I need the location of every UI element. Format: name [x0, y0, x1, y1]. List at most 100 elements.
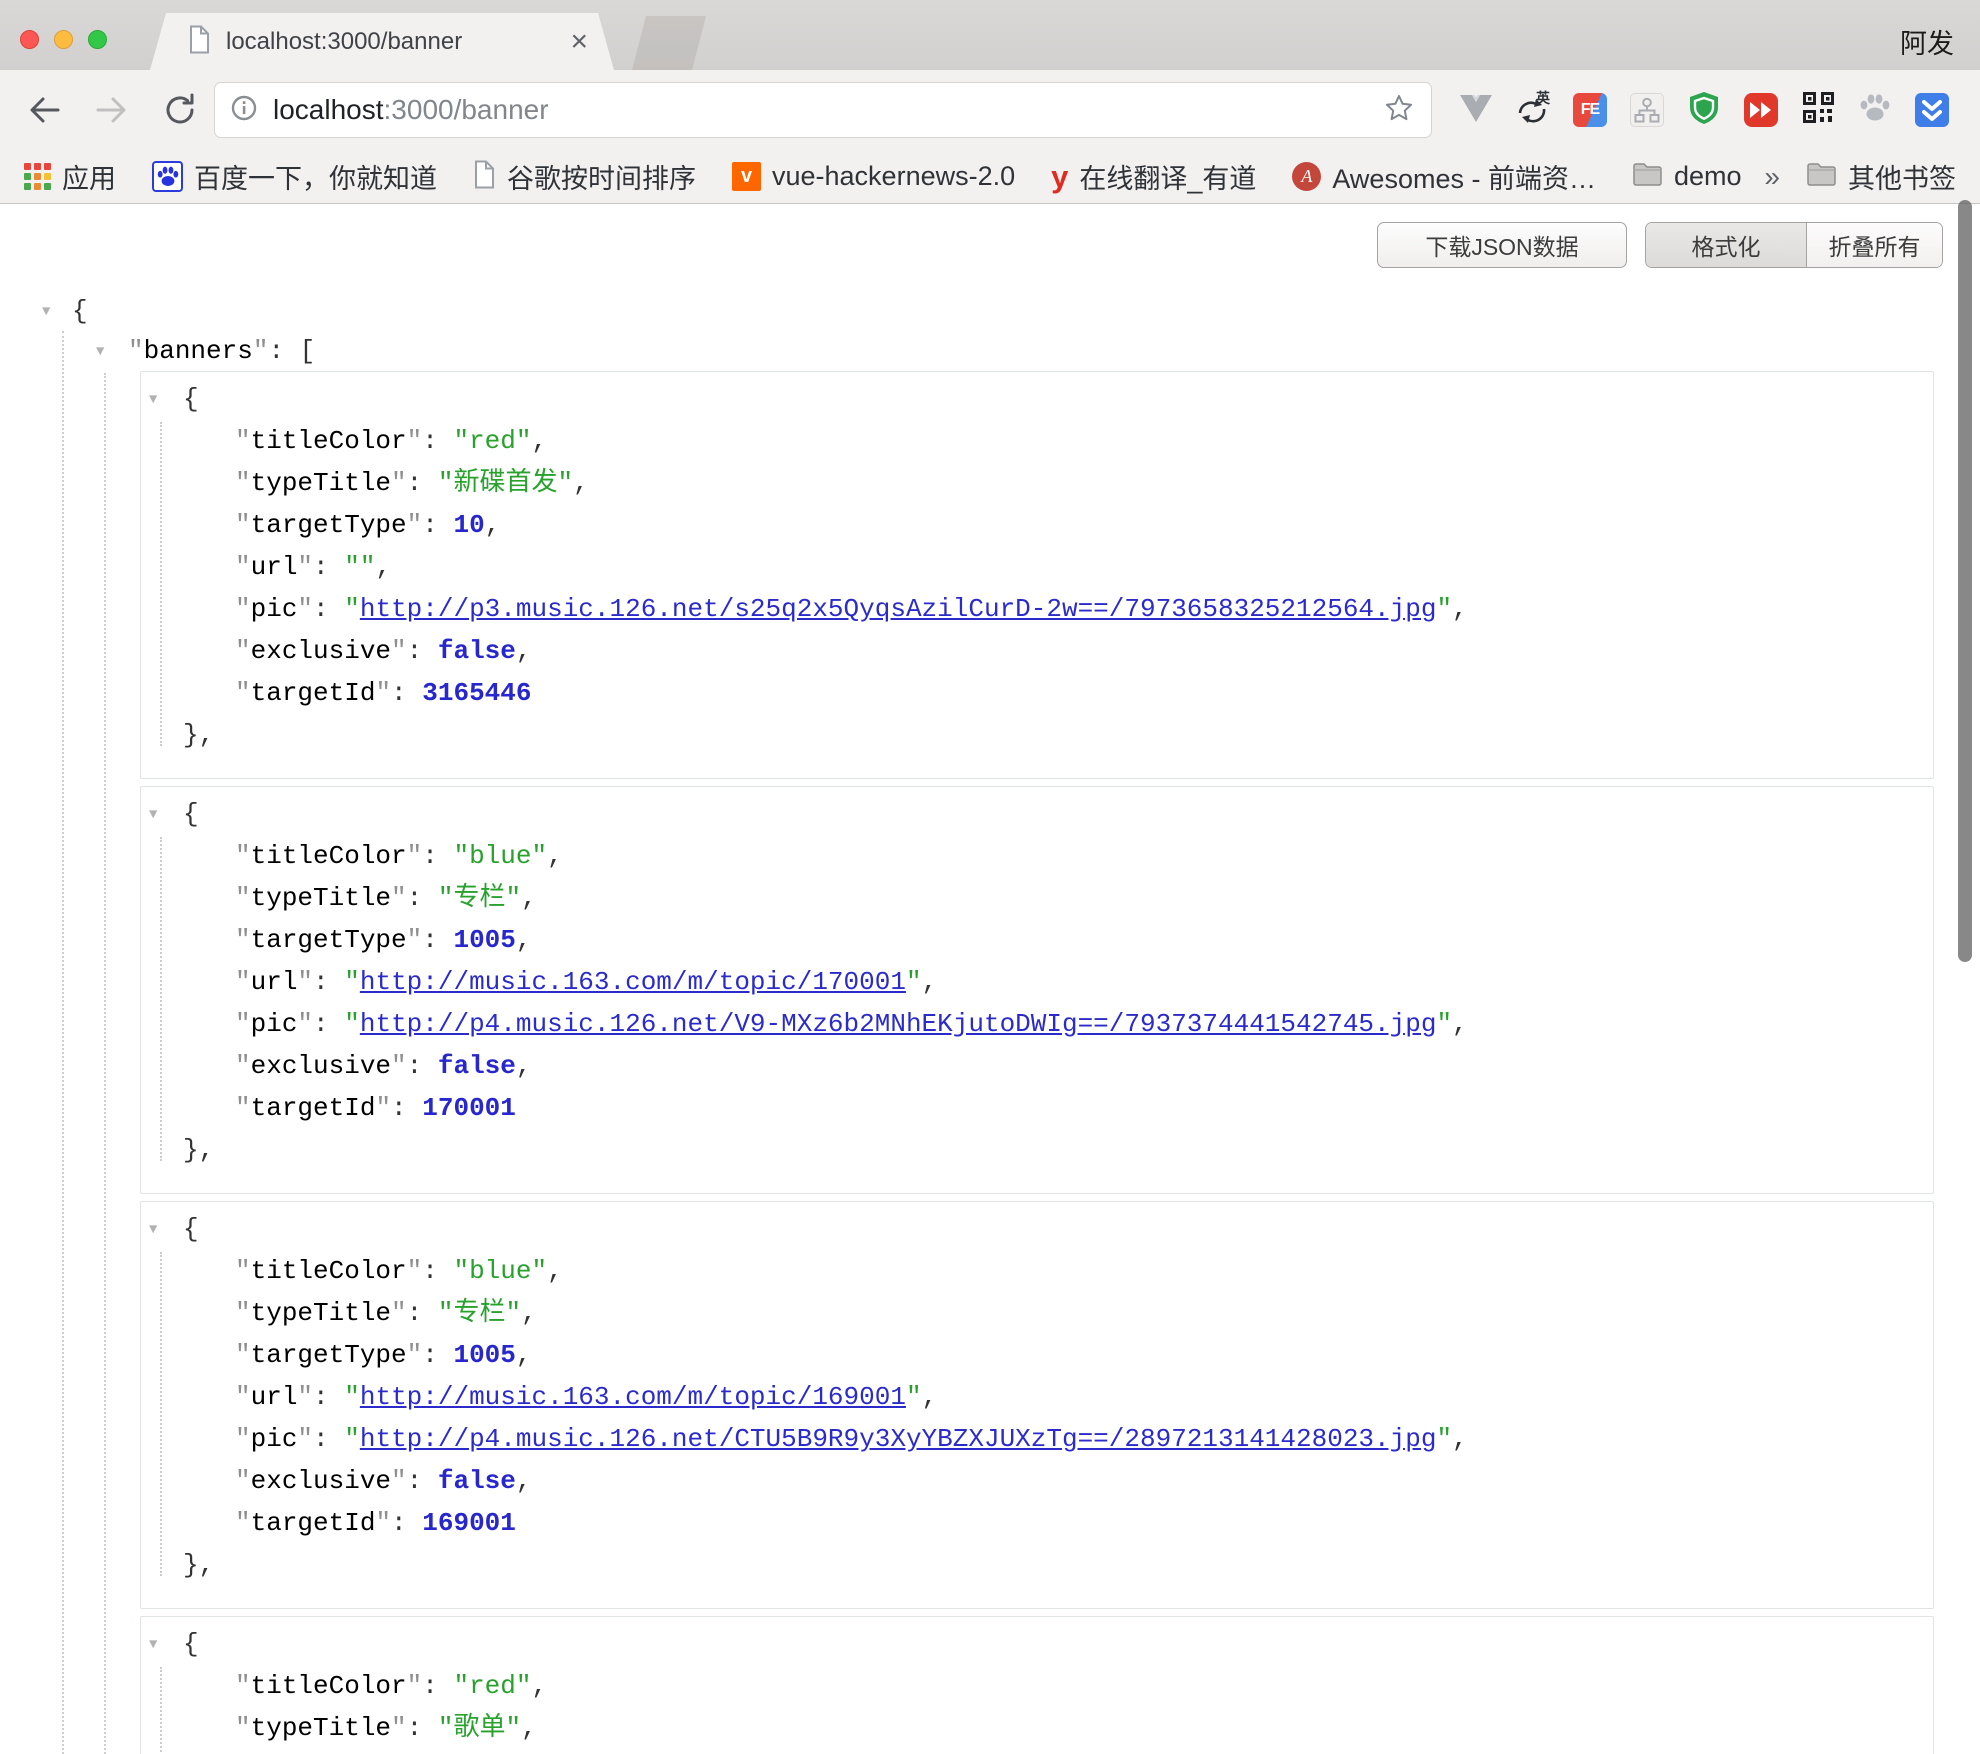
- json-entry-url: "url": "http://music.163.com/m/topic/170…: [141, 961, 1933, 1003]
- json-entry-pic: "pic": "http://p3.music.126.net/s25q2x5Q…: [141, 588, 1933, 630]
- json-entry-typeTitle: "typeTitle": "新碟首发",: [141, 462, 1933, 504]
- json-viewer: ▼{▼"banners": [▼{"titleColor": "red","ty…: [0, 291, 1980, 1754]
- json-entry-targetType: "targetType": 1000,: [141, 1749, 1933, 1754]
- apps-grid-icon: [24, 163, 51, 190]
- json-link[interactable]: http://music.163.com/m/topic/169001: [360, 1382, 906, 1412]
- paw-icon: [1858, 92, 1892, 129]
- json-object-open: ▼{: [141, 1208, 1933, 1250]
- back-button[interactable]: [22, 88, 66, 132]
- collapse-all-button[interactable]: 折叠所有: [1806, 223, 1942, 267]
- info-icon[interactable]: [229, 93, 259, 128]
- json-entry-titleColor: "titleColor": "red",: [141, 1665, 1933, 1707]
- json-entry-exclusive: "exclusive": false,: [141, 1045, 1933, 1087]
- bookmark-label: Awesomes - 前端资…: [1332, 157, 1596, 196]
- qrcode-icon: [1802, 91, 1835, 129]
- json-link[interactable]: http://p4.music.126.net/V9-MXz6b2MNhEKju…: [360, 1009, 1437, 1039]
- json-link[interactable]: http://p4.music.126.net/CTU5B9R9y3XyYBZX…: [360, 1424, 1437, 1454]
- bookmark-item[interactable]: demo: [1632, 161, 1742, 192]
- tab-title: localhost:3000/banner: [226, 28, 555, 56]
- bookmark-label: demo: [1674, 161, 1742, 192]
- json-object-close: },: [141, 1129, 1933, 1171]
- other-bookmarks-label: 其他书签: [1848, 157, 1956, 196]
- collapse-triangle-icon[interactable]: ▼: [96, 332, 104, 372]
- json-entry-targetType: "targetType": 1005,: [141, 1334, 1933, 1376]
- qrcode-extension-button[interactable]: [1800, 92, 1836, 128]
- browser-menu-icon[interactable]: ⋮: [1971, 92, 1980, 128]
- json-entry-targetType: "targetType": 10,: [141, 504, 1933, 546]
- collapse-triangle-icon[interactable]: ▼: [149, 1624, 157, 1666]
- bookmark-star-icon[interactable]: [1383, 92, 1415, 129]
- json-entry-typeTitle: "typeTitle": "歌单",: [141, 1707, 1933, 1749]
- translate-extension-button[interactable]: 英: [1515, 92, 1551, 128]
- bookmark-item[interactable]: 谷歌按时间排序: [473, 157, 696, 196]
- bookmarks-overflow-chevron-icon[interactable]: »: [1764, 161, 1780, 193]
- close-window-button[interactable]: [20, 30, 39, 49]
- reload-button[interactable]: [158, 88, 202, 132]
- bookmark-label: 谷歌按时间排序: [507, 157, 696, 196]
- json-entry-pic: "pic": "http://p4.music.126.net/V9-MXz6b…: [141, 1003, 1933, 1045]
- shield-extension-button[interactable]: [1686, 92, 1722, 128]
- json-entry-titleColor: "titleColor": "blue",: [141, 835, 1933, 877]
- page-icon: [473, 160, 496, 194]
- fastforward-extension-button[interactable]: [1743, 92, 1779, 128]
- url-path: :3000/banner: [384, 94, 549, 125]
- tree-guide-line: [104, 373, 106, 1754]
- forward-button[interactable]: [90, 88, 134, 132]
- collapse-triangle-icon[interactable]: ▼: [149, 379, 157, 421]
- json-array-item-box: ▼{"titleColor": "blue","typeTitle": "专栏"…: [140, 786, 1934, 1194]
- json-link[interactable]: http://music.163.com/m/topic/170001: [360, 967, 906, 997]
- translate-icon: 英: [1514, 89, 1552, 132]
- folder-icon: [1806, 162, 1837, 191]
- url-text: localhost:3000/banner: [273, 94, 1383, 126]
- json-array-item-box: ▼{"titleColor": "red","typeTitle": "新碟首发…: [140, 371, 1934, 779]
- json-entry-targetType: "targetType": 1005,: [141, 919, 1933, 961]
- paw-extension-button[interactable]: [1857, 92, 1893, 128]
- bookmark-item[interactable]: 百度一下，你就知道: [152, 157, 437, 196]
- bookmark-label: 应用: [62, 157, 116, 196]
- tab-close-icon[interactable]: ×: [570, 27, 588, 57]
- format-button[interactable]: 格式化: [1646, 223, 1806, 267]
- json-object-open: ▼{: [141, 1623, 1933, 1665]
- address-bar[interactable]: localhost:3000/banner: [214, 82, 1432, 138]
- bookmark-item[interactable]: y在线翻译_有道: [1051, 157, 1256, 196]
- json-entry-targetId: "targetId": 169001: [141, 1502, 1933, 1544]
- download-json-button[interactable]: 下载JSON数据: [1377, 222, 1627, 268]
- vertical-scrollbar[interactable]: [1958, 200, 1972, 962]
- collapse-triangle-icon[interactable]: ▼: [42, 292, 50, 332]
- sitemap-extension-button[interactable]: [1629, 92, 1665, 128]
- folder-icon: [1632, 162, 1663, 191]
- vue-orange-icon: v: [732, 162, 761, 191]
- bookmark-item[interactable]: v vue-hackernews-2.0: [732, 161, 1015, 192]
- awesomes-icon: A: [1292, 162, 1321, 191]
- youdao-icon: y: [1051, 161, 1068, 192]
- json-array-item-box: ▼{"titleColor": "red","typeTitle": "歌单",…: [140, 1616, 1934, 1754]
- bookmark-label: vue-hackernews-2.0: [772, 161, 1015, 192]
- new-tab-button[interactable]: [632, 16, 706, 70]
- toolbar: localhost:3000/banner 英 FE ⋮: [0, 70, 1980, 150]
- thunder-extension-button[interactable]: [1914, 92, 1950, 128]
- other-bookmarks-folder[interactable]: 其他书签: [1806, 157, 1956, 196]
- minimize-window-button[interactable]: [54, 30, 73, 49]
- vue-devtools-icon: [1459, 93, 1493, 128]
- collapse-triangle-icon[interactable]: ▼: [149, 1209, 157, 1251]
- json-entry-pic: "pic": "http://p4.music.126.net/CTU5B9R9…: [141, 1418, 1933, 1460]
- bookmark-item[interactable]: 应用: [24, 157, 116, 196]
- bookmark-label: 百度一下，你就知道: [194, 157, 437, 196]
- thunder-icon: [1915, 93, 1949, 127]
- url-host: localhost: [273, 94, 384, 125]
- json-entry-targetId: "targetId": 170001: [141, 1087, 1933, 1129]
- fehelper-extension-button[interactable]: FE: [1572, 92, 1608, 128]
- json-entry-url: "url": "",: [141, 546, 1933, 588]
- json-entry-typeTitle: "typeTitle": "专栏",: [141, 1292, 1933, 1334]
- view-mode-group: 格式化 折叠所有: [1645, 222, 1943, 268]
- collapse-triangle-icon[interactable]: ▼: [149, 794, 157, 836]
- json-entry-typeTitle: "typeTitle": "专栏",: [141, 877, 1933, 919]
- sitemap-icon: [1630, 93, 1664, 127]
- bookmark-item[interactable]: A Awesomes - 前端资…: [1292, 157, 1596, 196]
- json-array-item-box: ▼{"titleColor": "blue","typeTitle": "专栏"…: [140, 1201, 1934, 1609]
- zoom-window-button[interactable]: [88, 30, 107, 49]
- json-link[interactable]: http://p3.music.126.net/s25q2x5QyqsAzilC…: [360, 594, 1437, 624]
- json-entry-exclusive: "exclusive": false,: [141, 1460, 1933, 1502]
- vue-devtools-extension-button[interactable]: [1458, 92, 1494, 128]
- browser-tab[interactable]: localhost:3000/banner ×: [150, 13, 614, 70]
